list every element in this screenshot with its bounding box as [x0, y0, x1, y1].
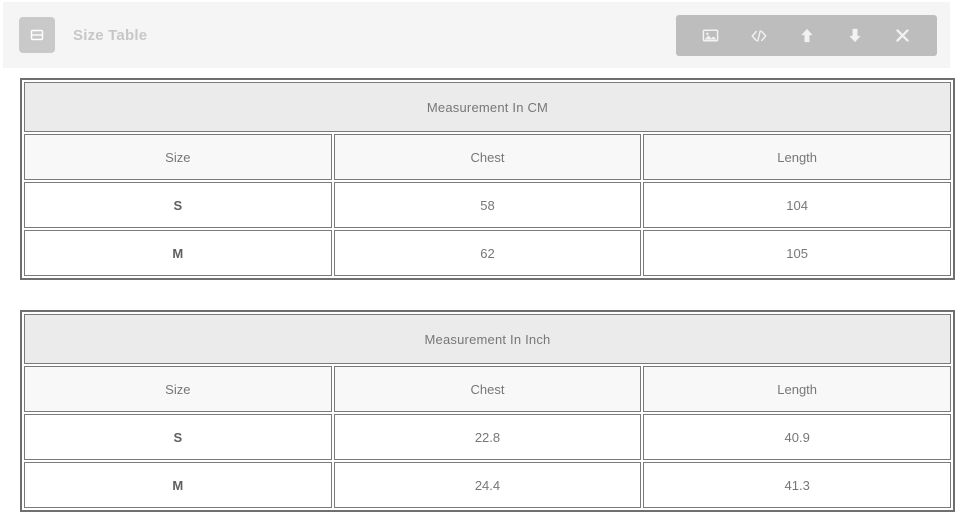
move-down-button[interactable] [843, 24, 867, 48]
table-row: M 62 105 [24, 230, 951, 276]
size-table-inch: Measurement In Inch Size Chest Length S … [20, 310, 955, 512]
column-header-size: Size [24, 134, 332, 180]
cell-size: S [24, 414, 332, 460]
size-table-cm: Measurement In CM Size Chest Length S 58… [20, 78, 955, 280]
cell-chest: 62 [333, 230, 642, 276]
table-row: S 58 104 [24, 182, 951, 228]
cell-length: 105 [643, 230, 951, 276]
block-title: Size Table [73, 26, 148, 44]
cell-size: M [24, 230, 332, 276]
size-table-editor-page: Size Table Measurement In CM Size Chest … [0, 0, 973, 513]
table-block-icon[interactable] [19, 17, 55, 53]
table-caption: Measurement In CM [24, 82, 951, 132]
cell-chest: 24.4 [333, 462, 642, 508]
close-button[interactable] [891, 24, 915, 48]
cell-chest: 22.8 [333, 414, 642, 460]
cell-length: 104 [643, 182, 951, 228]
edit-code-button[interactable] [747, 24, 771, 48]
table-row: S 22.8 40.9 [24, 414, 951, 460]
toolbar-left-group: Size Table [3, 17, 147, 53]
cell-length: 41.3 [643, 462, 951, 508]
column-header-length: Length [643, 134, 951, 180]
cell-chest: 58 [333, 182, 642, 228]
table-row: M 24.4 41.3 [24, 462, 951, 508]
insert-image-button[interactable] [699, 24, 723, 48]
toolbar-actions [676, 15, 937, 56]
column-header-size: Size [24, 366, 332, 412]
cell-size: S [24, 182, 332, 228]
table-header-row: Size Chest Length [24, 134, 951, 180]
cell-size: M [24, 462, 332, 508]
size-tables-container: Measurement In CM Size Chest Length S 58… [20, 78, 955, 512]
table-header-row: Size Chest Length [24, 366, 951, 412]
cell-length: 40.9 [643, 414, 951, 460]
table-caption-row: Measurement In CM [24, 82, 951, 132]
column-header-chest: Chest [333, 134, 642, 180]
column-header-chest: Chest [333, 366, 642, 412]
table-caption-row: Measurement In Inch [24, 314, 951, 364]
column-header-length: Length [643, 366, 951, 412]
table-caption: Measurement In Inch [24, 314, 951, 364]
block-toolbar: Size Table [3, 2, 950, 68]
move-up-button[interactable] [795, 24, 819, 48]
